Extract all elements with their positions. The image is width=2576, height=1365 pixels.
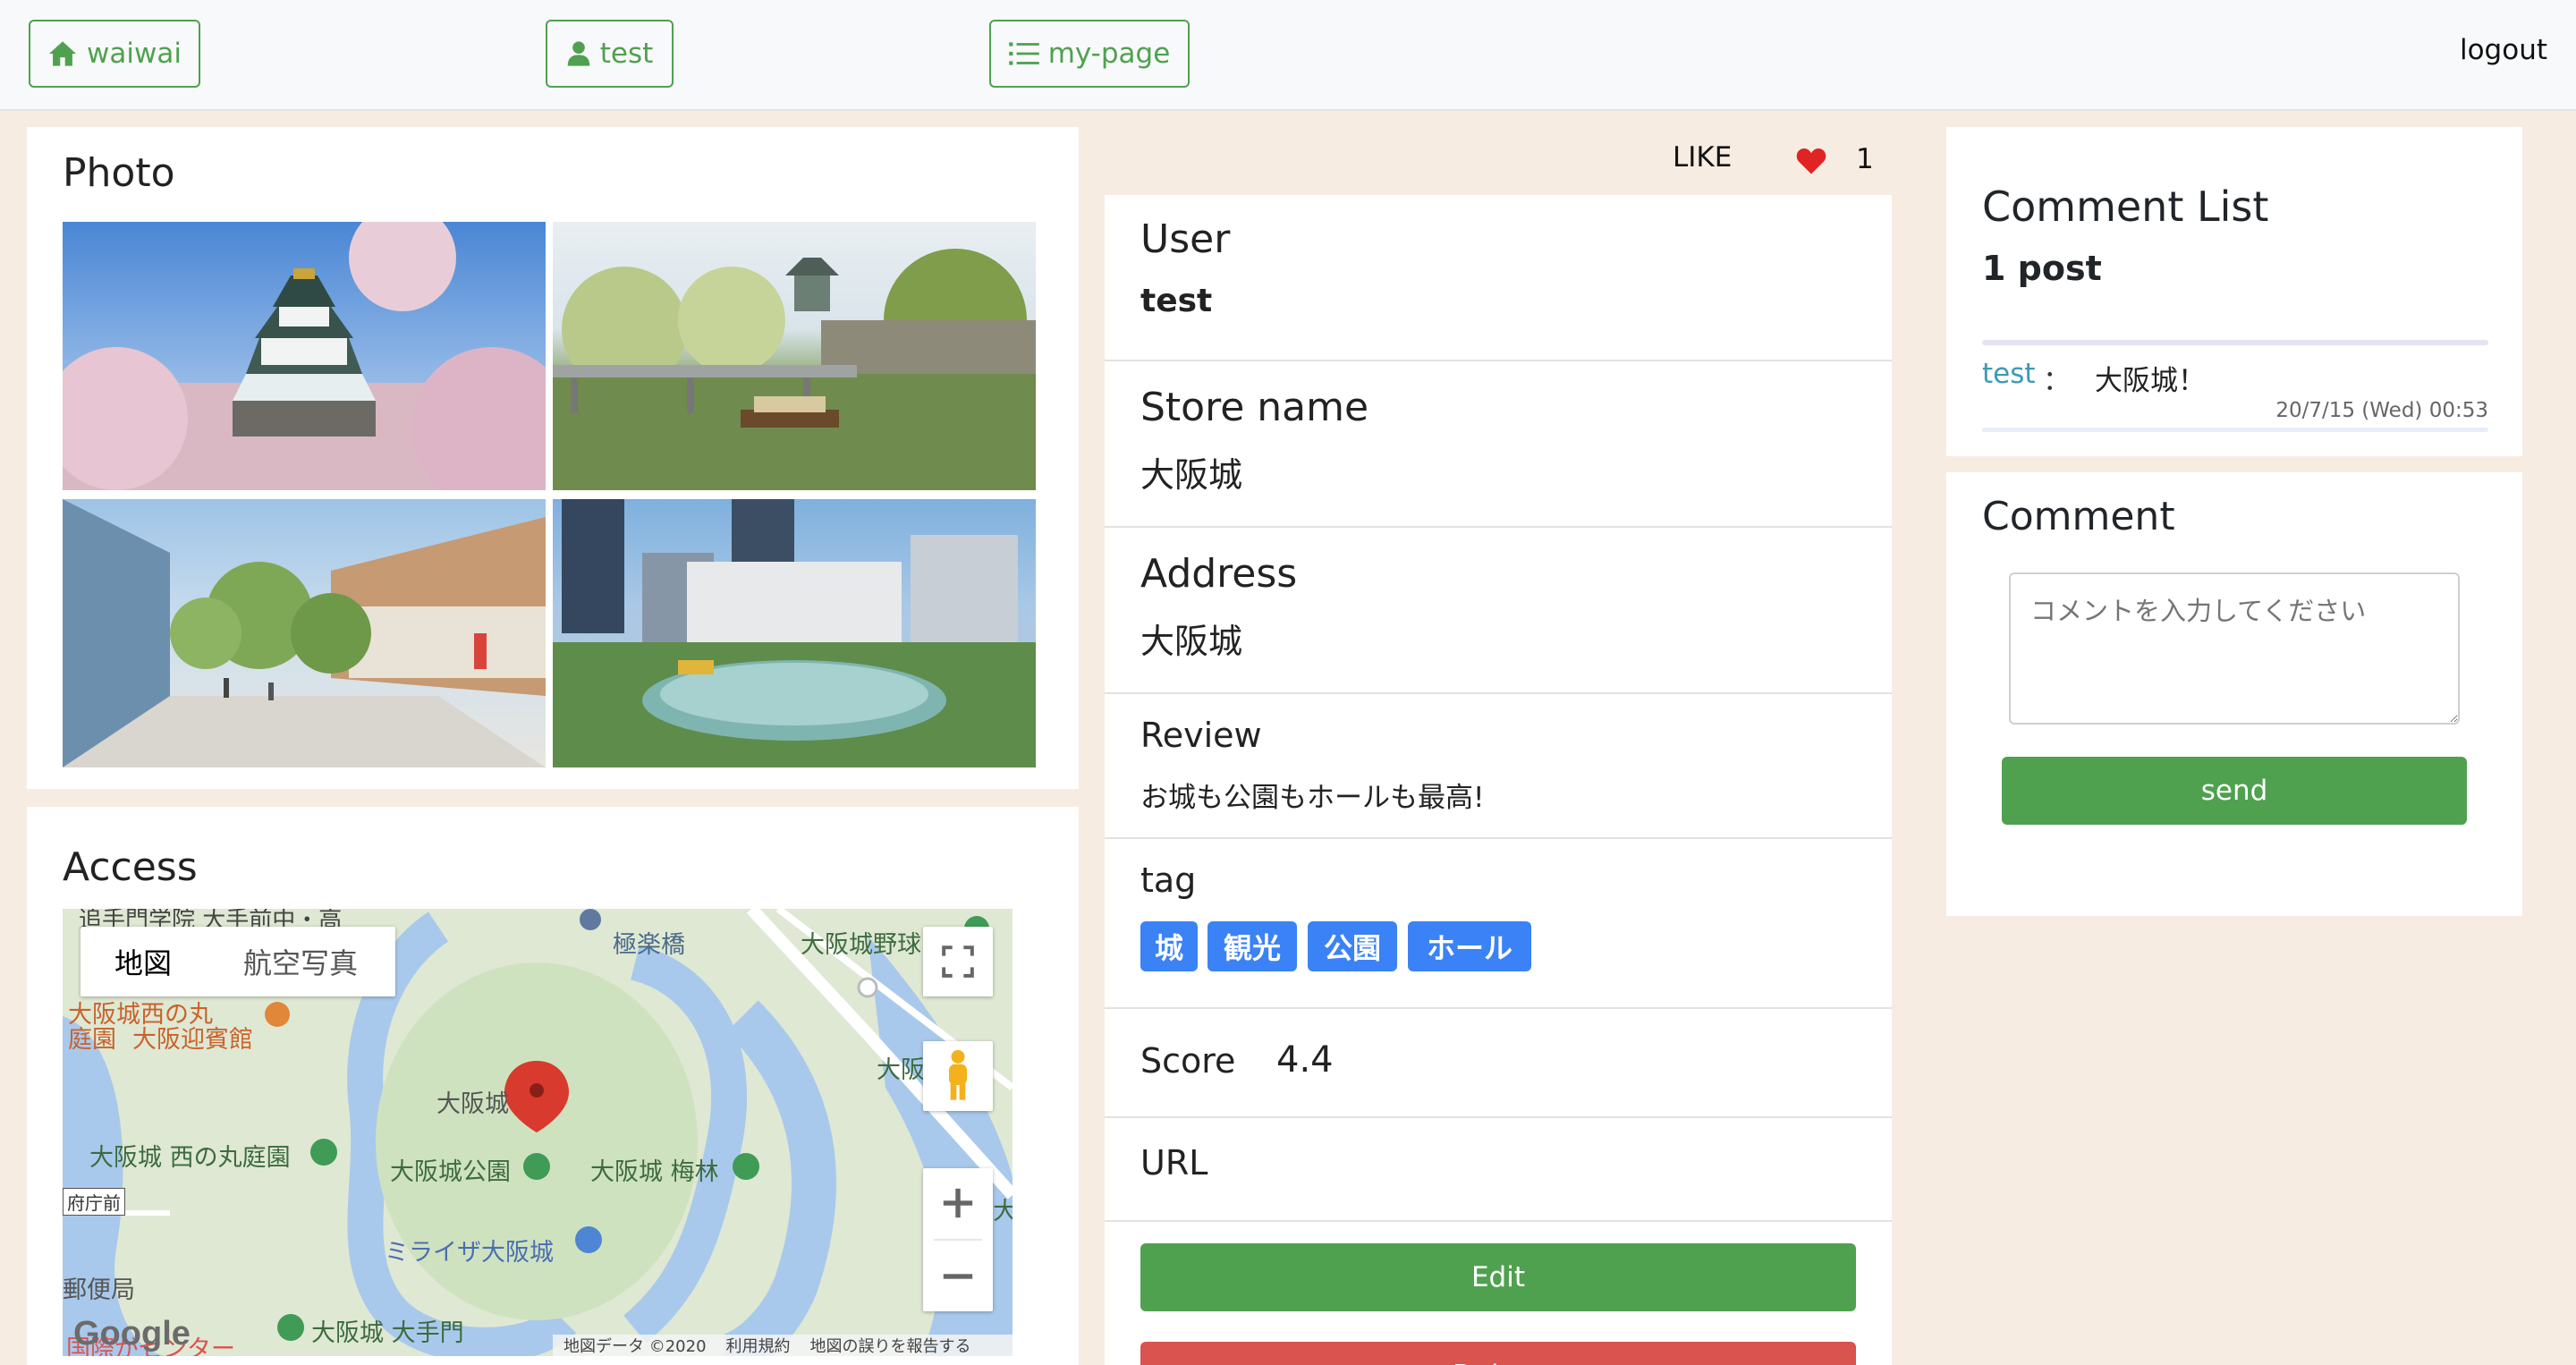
- address-section: Address 大阪城: [1105, 528, 1892, 694]
- map-tab-map[interactable]: 地図: [80, 927, 206, 996]
- plus-icon: [943, 1188, 973, 1218]
- url-label: URL: [1140, 1143, 1208, 1183]
- comment-textarea[interactable]: [2009, 572, 2460, 725]
- score-label: Score: [1140, 1041, 1236, 1081]
- tag-badge[interactable]: 城: [1140, 921, 1198, 971]
- hall-photo-image: [553, 499, 1036, 767]
- photo-hall[interactable]: [553, 499, 1036, 767]
- fullscreen-icon: [942, 945, 974, 978]
- score-value: 4.4: [1276, 1039, 1334, 1081]
- user-label: User: [1140, 216, 1231, 262]
- delete-button[interactable]: Delete: [1140, 1342, 1856, 1365]
- map-label-nishinomaru-2: 庭園: [68, 1026, 116, 1054]
- map-label-nishinomaru-teien: 大阪城 西の丸庭園: [89, 1144, 291, 1172]
- address-label: Address: [1140, 551, 1298, 597]
- map-label-miraiza: ミライザ大阪城: [385, 1239, 554, 1267]
- comment-form-title: Comment: [1982, 494, 2175, 539]
- map-label-yuubin: 郵便局: [63, 1276, 135, 1304]
- access-title: Access: [63, 844, 198, 890]
- user-section: User test: [1105, 195, 1892, 361]
- url-section: URL: [1105, 1118, 1892, 1222]
- zoom-in-button[interactable]: [923, 1168, 993, 1238]
- like-label: LIKE: [1673, 141, 1733, 174]
- tag-badge[interactable]: 観光: [1208, 921, 1297, 971]
- map-label-osaka-right: 大阪: [877, 1056, 925, 1084]
- map-data-credit: 地図データ ©2020: [564, 1337, 707, 1356]
- review-value: お城も公園もホールも最高!: [1140, 782, 1485, 814]
- home-button[interactable]: waiwai: [29, 20, 200, 88]
- map-type-control: 地図 航空写真: [80, 927, 395, 996]
- edit-button[interactable]: Edit: [1140, 1243, 1856, 1311]
- comment-divider-top: [1982, 340, 2488, 345]
- map-label-gokuraku: 極楽橋: [613, 931, 685, 959]
- score-section: Score 4.4: [1105, 1009, 1892, 1118]
- map-label-ote: 大: [993, 1198, 1013, 1225]
- street-photo-image: [63, 499, 546, 767]
- photo-street[interactable]: [63, 499, 546, 767]
- photo-card: Photo: [27, 127, 1079, 789]
- comment-list-card: Comment List 1 post test ： 大阪城！ 20/7/15 …: [1946, 127, 2522, 456]
- heart-icon[interactable]: [1795, 147, 1827, 175]
- photo-bridge[interactable]: [553, 222, 1036, 490]
- map-terms-link[interactable]: 利用規約: [726, 1334, 791, 1356]
- comment-text: 大阪城！: [2095, 365, 2206, 397]
- map-footer: 地図データ ©2020 利用規約 地図の誤りを報告する: [553, 1335, 1013, 1356]
- tag-badge[interactable]: ホール: [1408, 921, 1531, 971]
- comment-form-card: Comment send: [1946, 472, 2522, 916]
- like-row: LIKE 1: [1105, 127, 1892, 195]
- action-section: Edit Delete: [1105, 1222, 1892, 1365]
- user-button[interactable]: test: [546, 20, 674, 88]
- comment-timestamp: 20/7/15 (Wed) 00:53: [2275, 399, 2488, 422]
- tag-list: 城 観光 公園 ホール: [1140, 921, 1588, 971]
- top-navbar: waiwai test my-page logout: [0, 0, 2576, 111]
- map-label-yakyu: 大阪城野球: [801, 931, 921, 959]
- map-label-fucho: 府庁前: [63, 1188, 125, 1216]
- tag-section: tag 城 観光 公園 ホール: [1105, 839, 1892, 1009]
- review-section: Review お城も公園もホールも最高!: [1105, 694, 1892, 839]
- fullscreen-button[interactable]: [923, 927, 993, 996]
- comment-count: 1 post: [1982, 249, 2102, 288]
- store-label: Store name: [1140, 385, 1369, 430]
- minus-icon: [943, 1274, 973, 1279]
- zoom-control: [923, 1168, 993, 1311]
- user-label: test: [599, 38, 654, 70]
- map-label-osakajo: 大阪城: [436, 1090, 509, 1118]
- mypage-label: my-page: [1047, 38, 1171, 70]
- pegman-icon: [949, 1049, 967, 1100]
- send-button[interactable]: send: [2002, 757, 2467, 825]
- photo-castle[interactable]: [63, 222, 546, 490]
- home-label: waiwai: [87, 38, 182, 70]
- comment-list-title: Comment List: [1982, 182, 2269, 231]
- list-icon: [1008, 42, 1039, 65]
- logout-link[interactable]: logout: [2460, 34, 2547, 66]
- home-icon: [49, 41, 77, 66]
- street-view-button[interactable]: [923, 1041, 993, 1111]
- tag-label: tag: [1140, 861, 1197, 900]
- map-label-geihinkan: 大阪迎賓館: [132, 1026, 253, 1054]
- like-count: 1: [1856, 143, 1874, 175]
- store-value: 大阪城: [1140, 455, 1243, 495]
- bridge-photo-image: [553, 249, 1036, 490]
- user-value: test: [1140, 283, 1213, 319]
- zoom-out-button[interactable]: [923, 1242, 993, 1311]
- map-tab-aerial[interactable]: 航空写真: [206, 927, 395, 996]
- user-icon: [567, 41, 589, 66]
- address-value: 大阪城: [1140, 622, 1243, 661]
- map-label-otemon: 大阪城 大手門: [311, 1319, 464, 1347]
- photo-title: Photo: [63, 150, 175, 196]
- comment-user-link[interactable]: test: [1982, 358, 2036, 390]
- comment-separator: ：: [2043, 365, 2071, 397]
- mypage-button[interactable]: my-page: [989, 20, 1190, 88]
- comment-item: test ： 大阪城！ 20/7/15 (Wed) 00:53: [1982, 358, 2488, 429]
- tag-badge[interactable]: 公園: [1308, 921, 1397, 971]
- map-label-koen: 大阪城公園: [390, 1158, 511, 1186]
- map-label-bairin: 大阪城 梅林: [590, 1158, 719, 1186]
- review-label: Review: [1140, 716, 1262, 755]
- google-map[interactable]: 追手門学院 大手前中・高 極楽橋 大阪城野球 大阪城西の丸 庭園 大阪迎賓館 大…: [63, 909, 1013, 1356]
- castle-photo-image: [63, 222, 546, 490]
- google-logo: Google: [73, 1315, 191, 1352]
- store-section: Store name 大阪城: [1105, 361, 1892, 528]
- map-report-link[interactable]: 地図の誤りを報告する: [810, 1334, 971, 1356]
- comment-divider-bottom: [1982, 428, 2488, 432]
